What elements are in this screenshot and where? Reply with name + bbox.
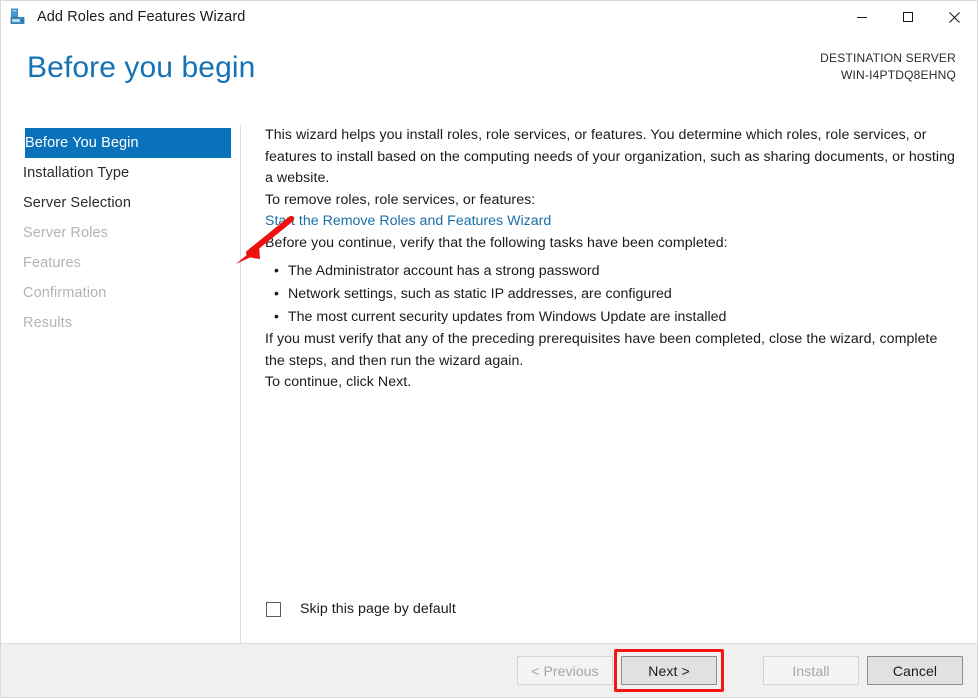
skip-page-checkbox[interactable] [266, 601, 281, 617]
wizard-body: Before You Begin Installation Type Serve… [1, 125, 977, 643]
continue-note: To continue, click Next. [265, 374, 412, 390]
skip-page-row: Skip this page by default [266, 601, 955, 617]
skip-page-label[interactable]: Skip this page by default [300, 601, 456, 617]
sidebar-item-confirmation: Confirmation [23, 285, 107, 301]
sidebar-item-server-selection[interactable]: Server Selection [1, 188, 240, 218]
cancel-button[interactable]: Cancel [867, 656, 963, 685]
install-button: Install [763, 656, 859, 685]
window-title: Add Roles and Features Wizard [37, 9, 246, 25]
sidebar-item-installation-type[interactable]: Installation Type [1, 158, 240, 188]
sidebar-item-server-roles: Server Roles [23, 225, 109, 241]
prerequisite-note: If you must verify that any of the prece… [265, 331, 938, 369]
remove-heading: To remove roles, role services, or featu… [265, 191, 536, 208]
minimize-icon[interactable] [839, 1, 885, 33]
prerequisite-task-list: The Administrator account has a strong p… [265, 259, 955, 329]
list-item: The most current security updates from W… [274, 305, 955, 329]
list-item: The Administrator account has a strong p… [274, 259, 955, 283]
previous-button: < Previous [517, 656, 613, 685]
destination-server-block: DESTINATION SERVER WIN-I4PTDQ8EHNQ [820, 50, 956, 84]
intro-paragraph: This wizard helps you install roles, rol… [265, 127, 955, 186]
close-icon[interactable] [931, 1, 977, 33]
title-bar: Add Roles and Features Wizard [1, 1, 977, 33]
wizard-header: Before you begin DESTINATION SERVER WIN-… [1, 33, 977, 125]
maximize-icon[interactable] [885, 1, 931, 33]
sidebar-item-features: Features [23, 255, 82, 271]
destination-server-name: WIN-I4PTDQ8EHNQ [840, 68, 956, 82]
wizard-content: This wizard helps you install roles, rol… [241, 125, 977, 643]
page-title: Before you begin [27, 51, 256, 84]
list-item: Network settings, such as static IP addr… [274, 282, 955, 306]
next-button[interactable]: Next > [621, 656, 717, 685]
add-roles-and-features-wizard-window: Add Roles and Features Wizard Before you… [0, 0, 978, 698]
wizard-footer: < Previous Next > Install Cancel [1, 643, 977, 697]
remove-roles-wizard-link[interactable]: Start the Remove Roles and Features Wiza… [265, 211, 955, 233]
next-button-wrap: Next > [614, 649, 724, 692]
sidebar-item-results: Results [23, 315, 73, 331]
server-roles-icon [10, 8, 28, 26]
sidebar-item-before-you-begin[interactable]: Before You Begin [25, 128, 231, 158]
wizard-sidebar: Before You Begin Installation Type Serve… [1, 125, 241, 643]
destination-server-label: DESTINATION SERVER [820, 51, 956, 65]
verify-heading: Before you continue, verify that the fol… [265, 234, 728, 251]
